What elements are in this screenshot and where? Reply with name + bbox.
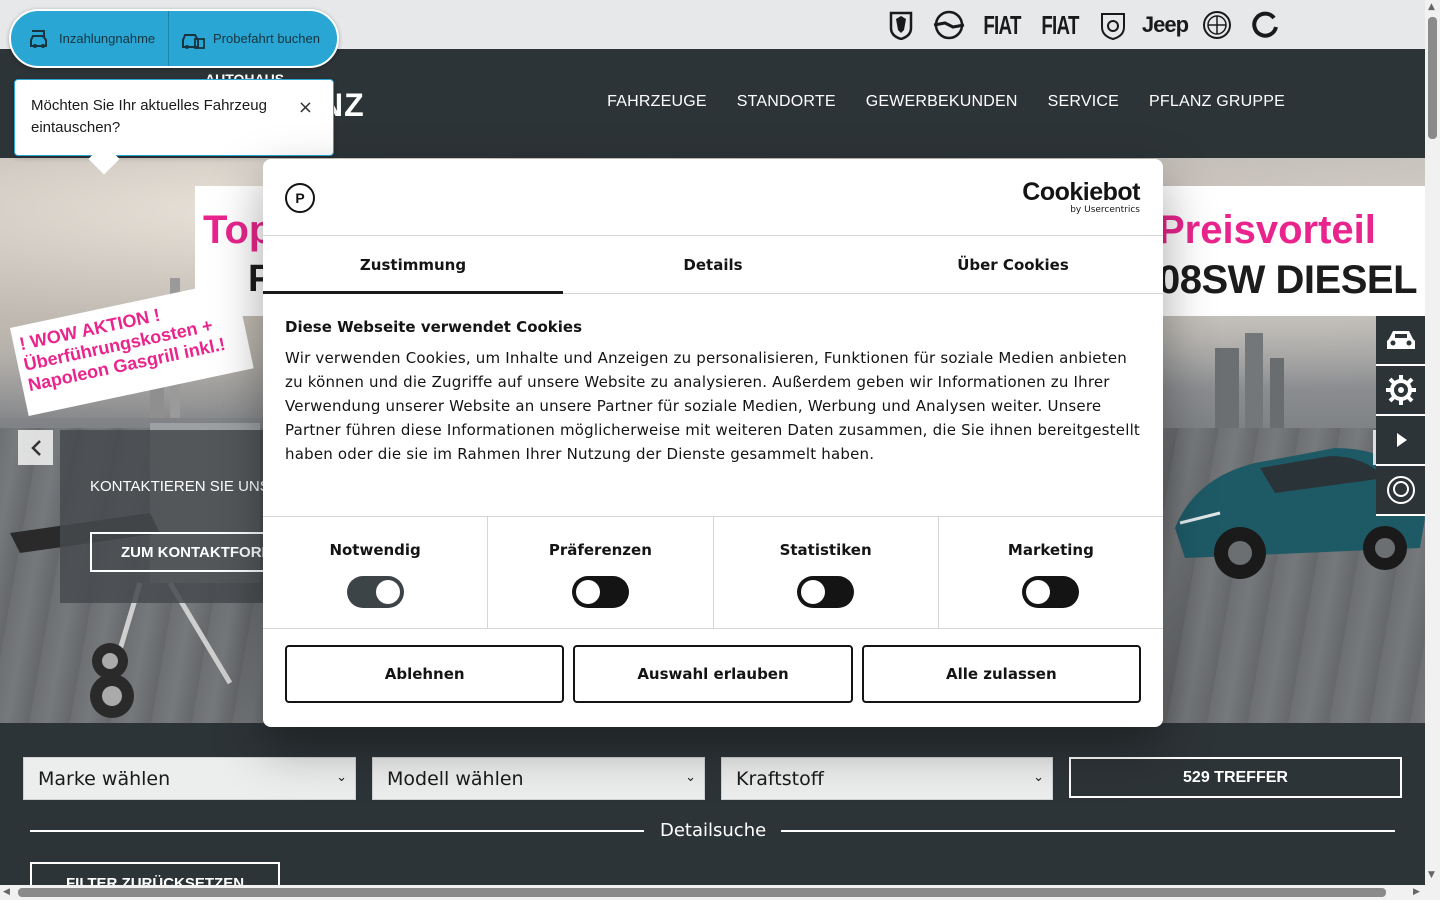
category-notwendig: Notwendig [263, 517, 489, 628]
chevron-left-icon [30, 439, 41, 456]
brand-logos: FIAT FIAT Jeep [883, 8, 1283, 42]
trade-in-tooltip: Möchten Sie Ihr aktuelles Fahrzeug einta… [14, 79, 334, 175]
toggle-notwendig[interactable] [346, 576, 404, 608]
cookie-actions: Ablehnen Auswahl erlauben Alle zulassen [263, 629, 1163, 719]
pflanz-logo-icon: P [285, 183, 315, 213]
car-calendar-icon [182, 33, 205, 49]
category-label: Marketing [1007, 541, 1094, 559]
side-car-button[interactable] [1376, 316, 1425, 366]
vertical-scrollbar[interactable]: ▲ ▼ [1425, 0, 1440, 885]
cookie-consent-dialog: P Cookiebot by Usercentrics Zustimmung D… [263, 159, 1163, 727]
toggle-statistiken[interactable] [797, 576, 855, 608]
cookiebot-brand[interactable]: Cookiebot by Usercentrics [1022, 179, 1140, 215]
category-marketing: Marketing [939, 517, 1163, 628]
cookie-heading: Diese Webseite verwendet Cookies [285, 318, 583, 336]
brand-select-value: Marke wählen [38, 768, 171, 790]
divider-left [30, 830, 644, 832]
category-praeferenzen: Präferenzen [488, 517, 714, 628]
nav-gewerbekunden[interactable]: GEWERBEKUNDEN [866, 93, 1018, 111]
play-icon [1396, 433, 1407, 447]
toggle-marketing[interactable] [1022, 576, 1080, 608]
vertical-scroll-thumb[interactable] [1428, 17, 1437, 139]
tab-zustimmung[interactable]: Zustimmung [263, 236, 563, 294]
chevron-down-icon: ⌄ [336, 770, 347, 785]
fuel-select-value: Kraftstoff [736, 768, 824, 790]
cookie-tabs: Zustimmung Details Über Cookies [263, 236, 1163, 294]
side-quicklinks [1376, 316, 1425, 516]
trade-in-label: Inzahlungnahme [59, 31, 156, 46]
tooltip-text: Möchten Sie Ihr aktuelles Fahrzeug einta… [31, 97, 267, 136]
horizontal-scroll-thumb[interactable] [18, 888, 1386, 897]
leapmotor-logo-icon[interactable] [1247, 8, 1283, 42]
horizontal-scrollbar[interactable]: ◀ ▶ [0, 885, 1440, 900]
vehicle-search: Marke wählen ⌄ Modell wählen ⌄ Kraftstof… [0, 723, 1425, 900]
floating-action-bar: Inzahlungnahme Probefahrt buchen [9, 9, 339, 68]
contact-text: KONTAKTIEREN SIE UNS [90, 478, 270, 495]
nav-service[interactable]: SERVICE [1048, 93, 1119, 111]
scroll-up-icon[interactable]: ▲ [1428, 2, 1435, 12]
detail-search-toggle[interactable]: Detailsuche [660, 820, 766, 841]
abarth-logo-icon[interactable] [1095, 8, 1131, 42]
brand-select[interactable]: Marke wählen ⌄ [23, 757, 356, 800]
tab-details[interactable]: Details [563, 236, 863, 293]
slider-prev-button[interactable] [18, 430, 53, 465]
side-play-button[interactable] [1376, 416, 1425, 466]
test-drive-button[interactable]: Probefahrt buchen [169, 11, 320, 66]
test-drive-label: Probefahrt buchen [213, 31, 320, 46]
trade-in-button[interactable]: Inzahlungnahme [11, 11, 169, 66]
cookie-description: Wir verwenden Cookies, um Inhalte und An… [285, 349, 1141, 463]
promo-right-dark: 08SW DIESEL [1158, 258, 1418, 302]
cookiebot-by: by Usercentrics [1070, 205, 1140, 215]
opel-logo-icon[interactable] [931, 8, 967, 42]
alfa-romeo-logo-icon[interactable] [1199, 8, 1235, 42]
category-label: Notwendig [329, 541, 421, 559]
model-select-value: Modell wählen [387, 768, 524, 790]
category-statistiken: Statistiken [714, 517, 939, 628]
gear-icon [1385, 375, 1416, 405]
toggle-praeferenzen[interactable] [571, 576, 629, 608]
tab-ueber-cookies[interactable]: Über Cookies [863, 236, 1163, 293]
side-pflanz-button[interactable] [1376, 466, 1425, 516]
promo-right-pink: Preisvorteil [1158, 208, 1376, 252]
cookiebot-name: Cookiebot [1022, 178, 1140, 206]
allow-selection-button[interactable]: Auswahl erlauben [573, 645, 853, 703]
cookie-dialog-header: P Cookiebot by Usercentrics [263, 159, 1163, 236]
chevron-down-icon: ⌄ [1033, 770, 1044, 785]
allow-all-button[interactable]: Alle zulassen [861, 645, 1141, 703]
hits-button[interactable]: 529 TREFFER [1069, 757, 1402, 798]
nav-pflanz-gruppe[interactable]: PFLANZ GRUPPE [1149, 93, 1285, 111]
side-service-button[interactable] [1376, 366, 1425, 416]
divider-right [781, 830, 1395, 832]
contact-form-button[interactable]: ZUM KONTAKTFORMULAR [90, 532, 290, 572]
scroll-left-icon[interactable]: ◀ [3, 887, 10, 897]
scroll-right-icon[interactable]: ▶ [1413, 887, 1420, 897]
car-exchange-icon [30, 29, 47, 48]
peugeot-logo-icon[interactable] [883, 8, 919, 42]
nav-standorte[interactable]: STANDORTE [737, 93, 836, 111]
contact-box: KONTAKTIEREN SIE UNS ZUM KONTAKTFORMULAR [60, 430, 290, 603]
jeep-logo[interactable]: Jeep [1142, 8, 1189, 42]
car-icon [1386, 331, 1415, 349]
main-nav: FAHRZEUGE STANDORTE GEWERBEKUNDEN SERVIC… [607, 93, 1285, 111]
chevron-down-icon: ⌄ [685, 770, 696, 785]
cookie-categories: Notwendig Präferenzen Statistiken Market… [263, 516, 1163, 629]
cookie-body: Diese Webseite verwendet Cookies Wir ver… [263, 294, 1163, 516]
deny-button[interactable]: Ablehnen [285, 645, 565, 703]
nav-fahrzeuge[interactable]: FAHRZEUGE [607, 93, 707, 111]
scroll-down-icon[interactable]: ▼ [1428, 870, 1435, 880]
category-label: Statistiken [779, 541, 872, 559]
pflanz-logo-icon [1386, 476, 1415, 504]
fuel-select[interactable]: Kraftstoff ⌄ [721, 757, 1053, 800]
fiat-logo[interactable]: FIAT [983, 8, 1021, 42]
close-icon[interactable]: × [298, 97, 313, 118]
category-label: Präferenzen [548, 541, 652, 559]
fiat-professional-logo[interactable]: FIAT [1041, 8, 1079, 42]
model-select[interactable]: Modell wählen ⌄ [372, 757, 705, 800]
